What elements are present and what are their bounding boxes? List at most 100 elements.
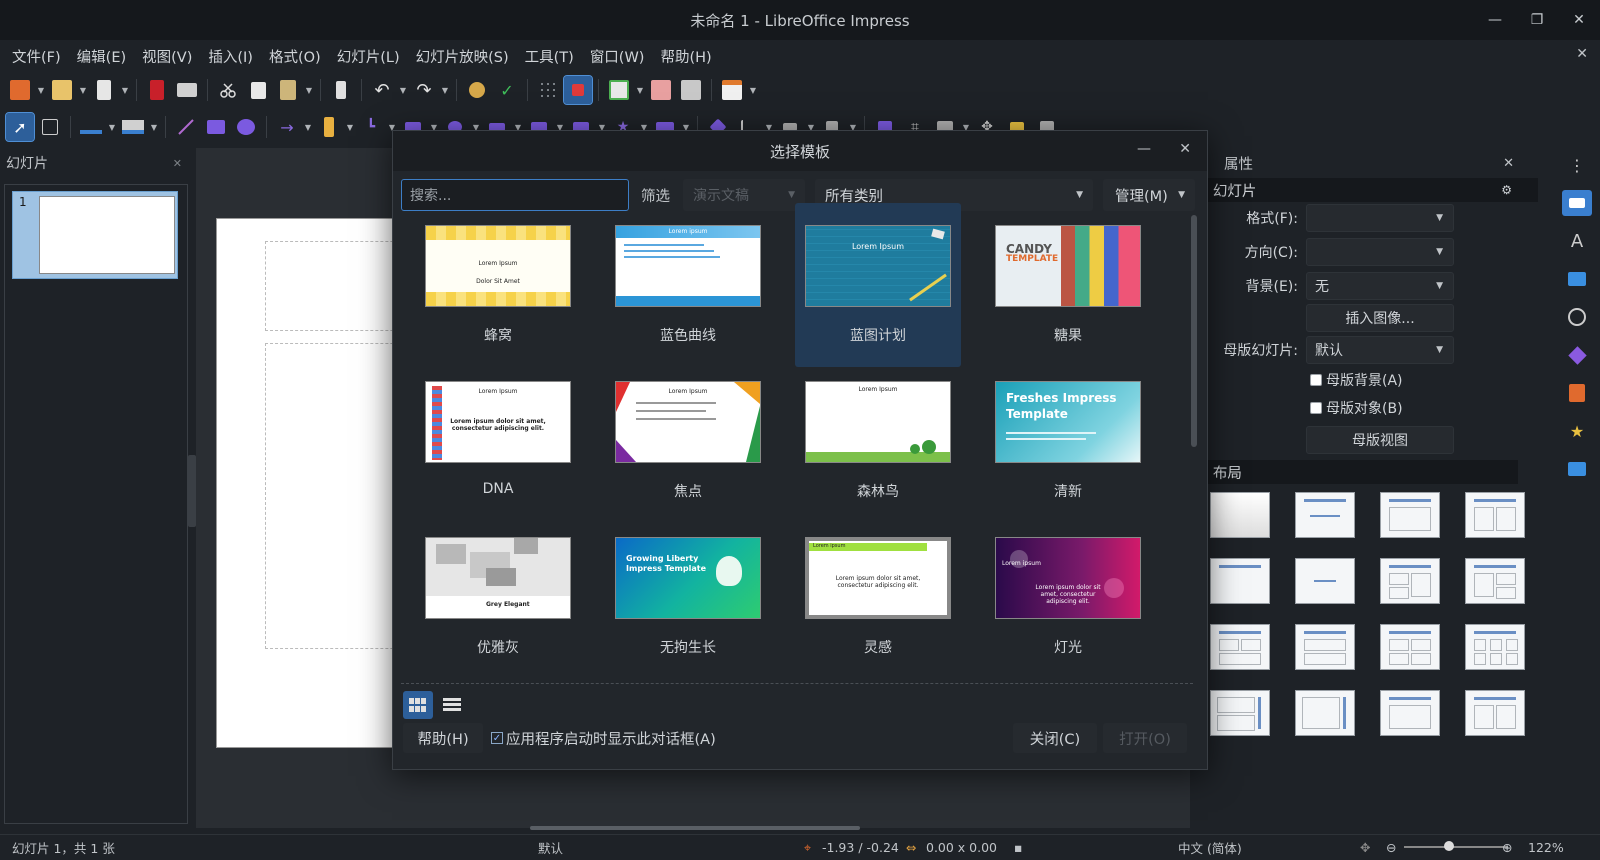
template-item[interactable]: Lorem ipsum 蓝色曲线 xyxy=(605,215,771,367)
template-item[interactable]: Grey Elegant 优雅灰 xyxy=(415,527,581,679)
open-button[interactable]: 打开(O) xyxy=(1103,723,1187,753)
print-icon[interactable] xyxy=(173,76,201,104)
horizontal-scrollbar[interactable] xyxy=(530,826,860,830)
orientation-select[interactable]: ▼ xyxy=(1306,238,1454,266)
manage-button[interactable]: 管理(M) ▼ xyxy=(1103,179,1195,211)
zoom-level[interactable]: 122% xyxy=(1528,840,1564,855)
template-item[interactable]: Lorem ipsum Lorem ipsum dolor sit amet, … xyxy=(795,527,961,679)
close-slides-pane-icon[interactable]: ✕ xyxy=(173,157,182,170)
background-select[interactable]: 无 ▼ xyxy=(1306,272,1454,300)
menu-slide[interactable]: 幻灯片(L) xyxy=(329,46,408,67)
navigator-deck-icon[interactable] xyxy=(1562,304,1592,330)
pdf-icon[interactable] xyxy=(143,76,171,104)
template-scrollbar[interactable] xyxy=(1191,215,1197,447)
thumbnail-view-button[interactable] xyxy=(403,691,433,719)
template-item[interactable]: Lorem Ipsum 焦点 xyxy=(605,371,771,523)
layout-title-slide[interactable] xyxy=(1295,492,1355,538)
menu-tools[interactable]: 工具(T) xyxy=(517,46,582,67)
insert-image-button[interactable]: 插入图像... xyxy=(1306,304,1454,332)
layout-title-vertical-text[interactable] xyxy=(1380,690,1440,736)
pane-splitter[interactable] xyxy=(188,455,196,527)
master-slide-select[interactable]: 默认 ▼ xyxy=(1306,336,1454,364)
arrow-line-icon[interactable]: → xyxy=(273,113,301,141)
template-item[interactable]: Lorem ipsum Lorem ipsum dolor sit amet, … xyxy=(985,527,1151,679)
template-item[interactable]: CANDY TEMPLATE 糖果 xyxy=(985,215,1151,367)
select-icon[interactable]: ➚ xyxy=(5,112,35,142)
copy-icon[interactable] xyxy=(244,76,272,104)
line-icon[interactable] xyxy=(172,113,200,141)
delete-slide-icon[interactable] xyxy=(677,76,705,104)
template-item[interactable]: Freshes Impress Template 清新 xyxy=(985,371,1151,523)
template-item[interactable]: Growing Liberty Impress Template 无拘生长 xyxy=(605,527,771,679)
close-icon[interactable]: ✕ xyxy=(1558,0,1600,40)
menu-edit[interactable]: 编辑(E) xyxy=(69,46,134,67)
find-replace-icon[interactable] xyxy=(463,76,491,104)
template-item[interactable]: Lorem Ipsum 森林鸟 xyxy=(795,371,961,523)
template-item[interactable]: Lorem Ipsum Lorem ipsum dolor sit amet, … xyxy=(415,371,581,523)
spellcheck-icon[interactable]: ✓ xyxy=(493,76,521,104)
master-view-button[interactable]: 母版视图 xyxy=(1306,426,1454,454)
display-icon[interactable] xyxy=(563,75,593,105)
close-button[interactable]: 关闭(C) xyxy=(1013,723,1097,753)
undo-icon[interactable]: ↶ xyxy=(368,76,396,104)
minimize-icon[interactable]: — xyxy=(1474,0,1516,40)
slide-thumbnail[interactable]: 1 xyxy=(12,191,178,279)
clone-icon[interactable] xyxy=(327,76,355,104)
format-select[interactable]: ▼ xyxy=(1306,204,1454,232)
styles-deck-icon[interactable]: A xyxy=(1562,228,1592,254)
show-on-startup-checkbox[interactable]: ✓ 应用程序启动时显示此对话框(A) xyxy=(491,723,716,753)
close-sidebar-icon[interactable]: ✕ xyxy=(1503,156,1514,171)
menu-file[interactable]: 文件(F) xyxy=(4,46,69,67)
layout-content-and-2-content[interactable] xyxy=(1465,558,1525,604)
layout-content-over-content[interactable] xyxy=(1295,624,1355,670)
document-modified-icon[interactable]: ▪ xyxy=(1014,840,1022,855)
layout-centered-text[interactable] xyxy=(1295,558,1355,604)
dialog-minimize-icon[interactable]: — xyxy=(1137,141,1151,157)
layout-6-content[interactable] xyxy=(1465,624,1525,670)
help-button[interactable]: 帮助(H) xyxy=(403,723,483,753)
ellipse-icon[interactable] xyxy=(232,113,260,141)
grid-icon[interactable] xyxy=(534,76,562,104)
zoom-in-icon[interactable]: ⊕ xyxy=(1502,840,1512,855)
template-item-selected[interactable]: Lorem Ipsum 蓝图计划 xyxy=(795,203,961,367)
animation-deck-icon[interactable]: ★ xyxy=(1562,418,1592,444)
layout-blank[interactable] xyxy=(1210,492,1270,538)
master-objects-checkbox[interactable]: 母版对象(B) xyxy=(1310,398,1403,418)
maximize-icon[interactable]: ❐ xyxy=(1516,0,1558,40)
layout-title-only[interactable] xyxy=(1210,558,1270,604)
gallery-deck-icon[interactable] xyxy=(1562,266,1592,292)
slide-section-header[interactable]: ▼ 幻灯片 ⚙ xyxy=(1190,178,1538,202)
layout-vertical-title-vertical-text[interactable] xyxy=(1295,690,1355,736)
layout-2-content-over-content[interactable] xyxy=(1210,624,1270,670)
close-document-icon[interactable]: ✕ xyxy=(1576,46,1588,62)
language[interactable]: 中文 (简体) xyxy=(1178,838,1242,857)
master-background-checkbox[interactable]: 母版背景(A) xyxy=(1310,370,1403,390)
menu-insert[interactable]: 插入(I) xyxy=(200,46,261,67)
search-input[interactable]: 搜索... xyxy=(401,179,629,211)
zoom-slider-handle[interactable] xyxy=(1444,841,1454,851)
filter-select[interactable]: 演示文稿 ▼ xyxy=(683,179,805,211)
fit-slide-icon[interactable]: ✥ xyxy=(1360,840,1370,855)
list-view-button[interactable] xyxy=(437,691,467,719)
layout-2-content-and-content[interactable] xyxy=(1380,558,1440,604)
template-item[interactable]: Lorem Ipsum Dolor Sit Amet 蜂窝 xyxy=(415,215,581,367)
zoom-out-icon[interactable]: ⊖ xyxy=(1386,840,1396,855)
layout-title-content[interactable] xyxy=(1380,492,1440,538)
paste-icon[interactable] xyxy=(274,76,302,104)
menu-window[interactable]: 窗口(W) xyxy=(582,46,653,67)
curve-icon[interactable] xyxy=(315,113,343,141)
layout-icon[interactable] xyxy=(718,76,746,104)
new-icon[interactable] xyxy=(6,76,34,104)
save-icon[interactable] xyxy=(90,76,118,104)
slide-transition-deck-icon[interactable] xyxy=(1562,380,1592,406)
properties-deck-icon[interactable] xyxy=(1562,190,1592,216)
duplicate-slide-icon[interactable] xyxy=(647,76,675,104)
fill-color-icon[interactable] xyxy=(119,113,147,141)
master-slides-deck-icon[interactable] xyxy=(1562,456,1592,482)
shapes-deck-icon[interactable] xyxy=(1562,342,1592,368)
zoom-slider[interactable] xyxy=(1404,846,1508,848)
layout-vertical-title-text[interactable] xyxy=(1210,690,1270,736)
gear-icon[interactable]: ⚙ xyxy=(1501,183,1512,197)
menu-slideshow[interactable]: 幻灯片放映(S) xyxy=(408,46,517,67)
redo-icon[interactable]: ↷ xyxy=(410,76,438,104)
